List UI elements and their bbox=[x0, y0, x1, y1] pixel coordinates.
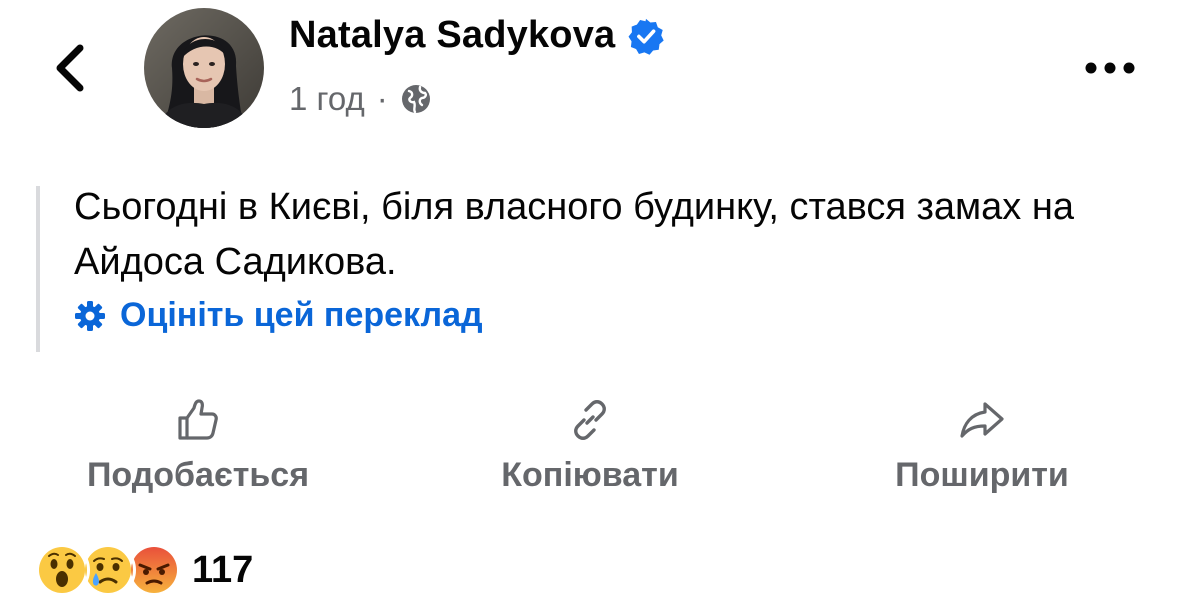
globe-icon bbox=[401, 85, 430, 114]
avatar[interactable] bbox=[144, 8, 264, 128]
post-time[interactable]: 1 год bbox=[289, 80, 365, 118]
share-label: Поширити bbox=[895, 456, 1069, 494]
copy-label: Копіювати bbox=[501, 456, 679, 494]
like-button[interactable]: Подобається bbox=[48, 396, 348, 506]
wow-emoji-icon bbox=[34, 542, 90, 598]
post-text: Сьогодні в Києві, біля власного будинку,… bbox=[74, 186, 1074, 283]
reaction-count: 117 bbox=[192, 548, 254, 591]
author-name[interactable]: Natalya Sadykova bbox=[289, 14, 665, 57]
rate-translation-label: Оцініть цей переклад bbox=[120, 296, 483, 334]
chevron-left-icon bbox=[56, 44, 84, 92]
quote-bar bbox=[36, 186, 40, 352]
like-label: Подобається bbox=[86, 456, 310, 494]
gear-icon bbox=[75, 300, 105, 331]
meta-separator: · bbox=[376, 80, 388, 117]
more-dots-icon bbox=[1085, 62, 1135, 74]
rate-translation-link[interactable]: Оцініть цей переклад bbox=[74, 296, 483, 335]
verified-badge-icon bbox=[628, 18, 665, 55]
share-arrow-icon bbox=[960, 402, 1004, 438]
copy-button[interactable]: Копіювати bbox=[440, 396, 740, 506]
back-button[interactable] bbox=[40, 38, 100, 98]
link-icon bbox=[574, 400, 606, 440]
post-meta: 1 год · bbox=[289, 80, 432, 118]
thumbs-up-icon bbox=[178, 399, 218, 440]
share-button[interactable]: Поширити bbox=[832, 396, 1132, 506]
profile-photo bbox=[144, 8, 264, 128]
more-options-button[interactable] bbox=[1070, 48, 1150, 88]
author-name-text: Natalya Sadykova bbox=[289, 14, 616, 56]
reactions-summary[interactable]: 117 bbox=[34, 542, 254, 598]
